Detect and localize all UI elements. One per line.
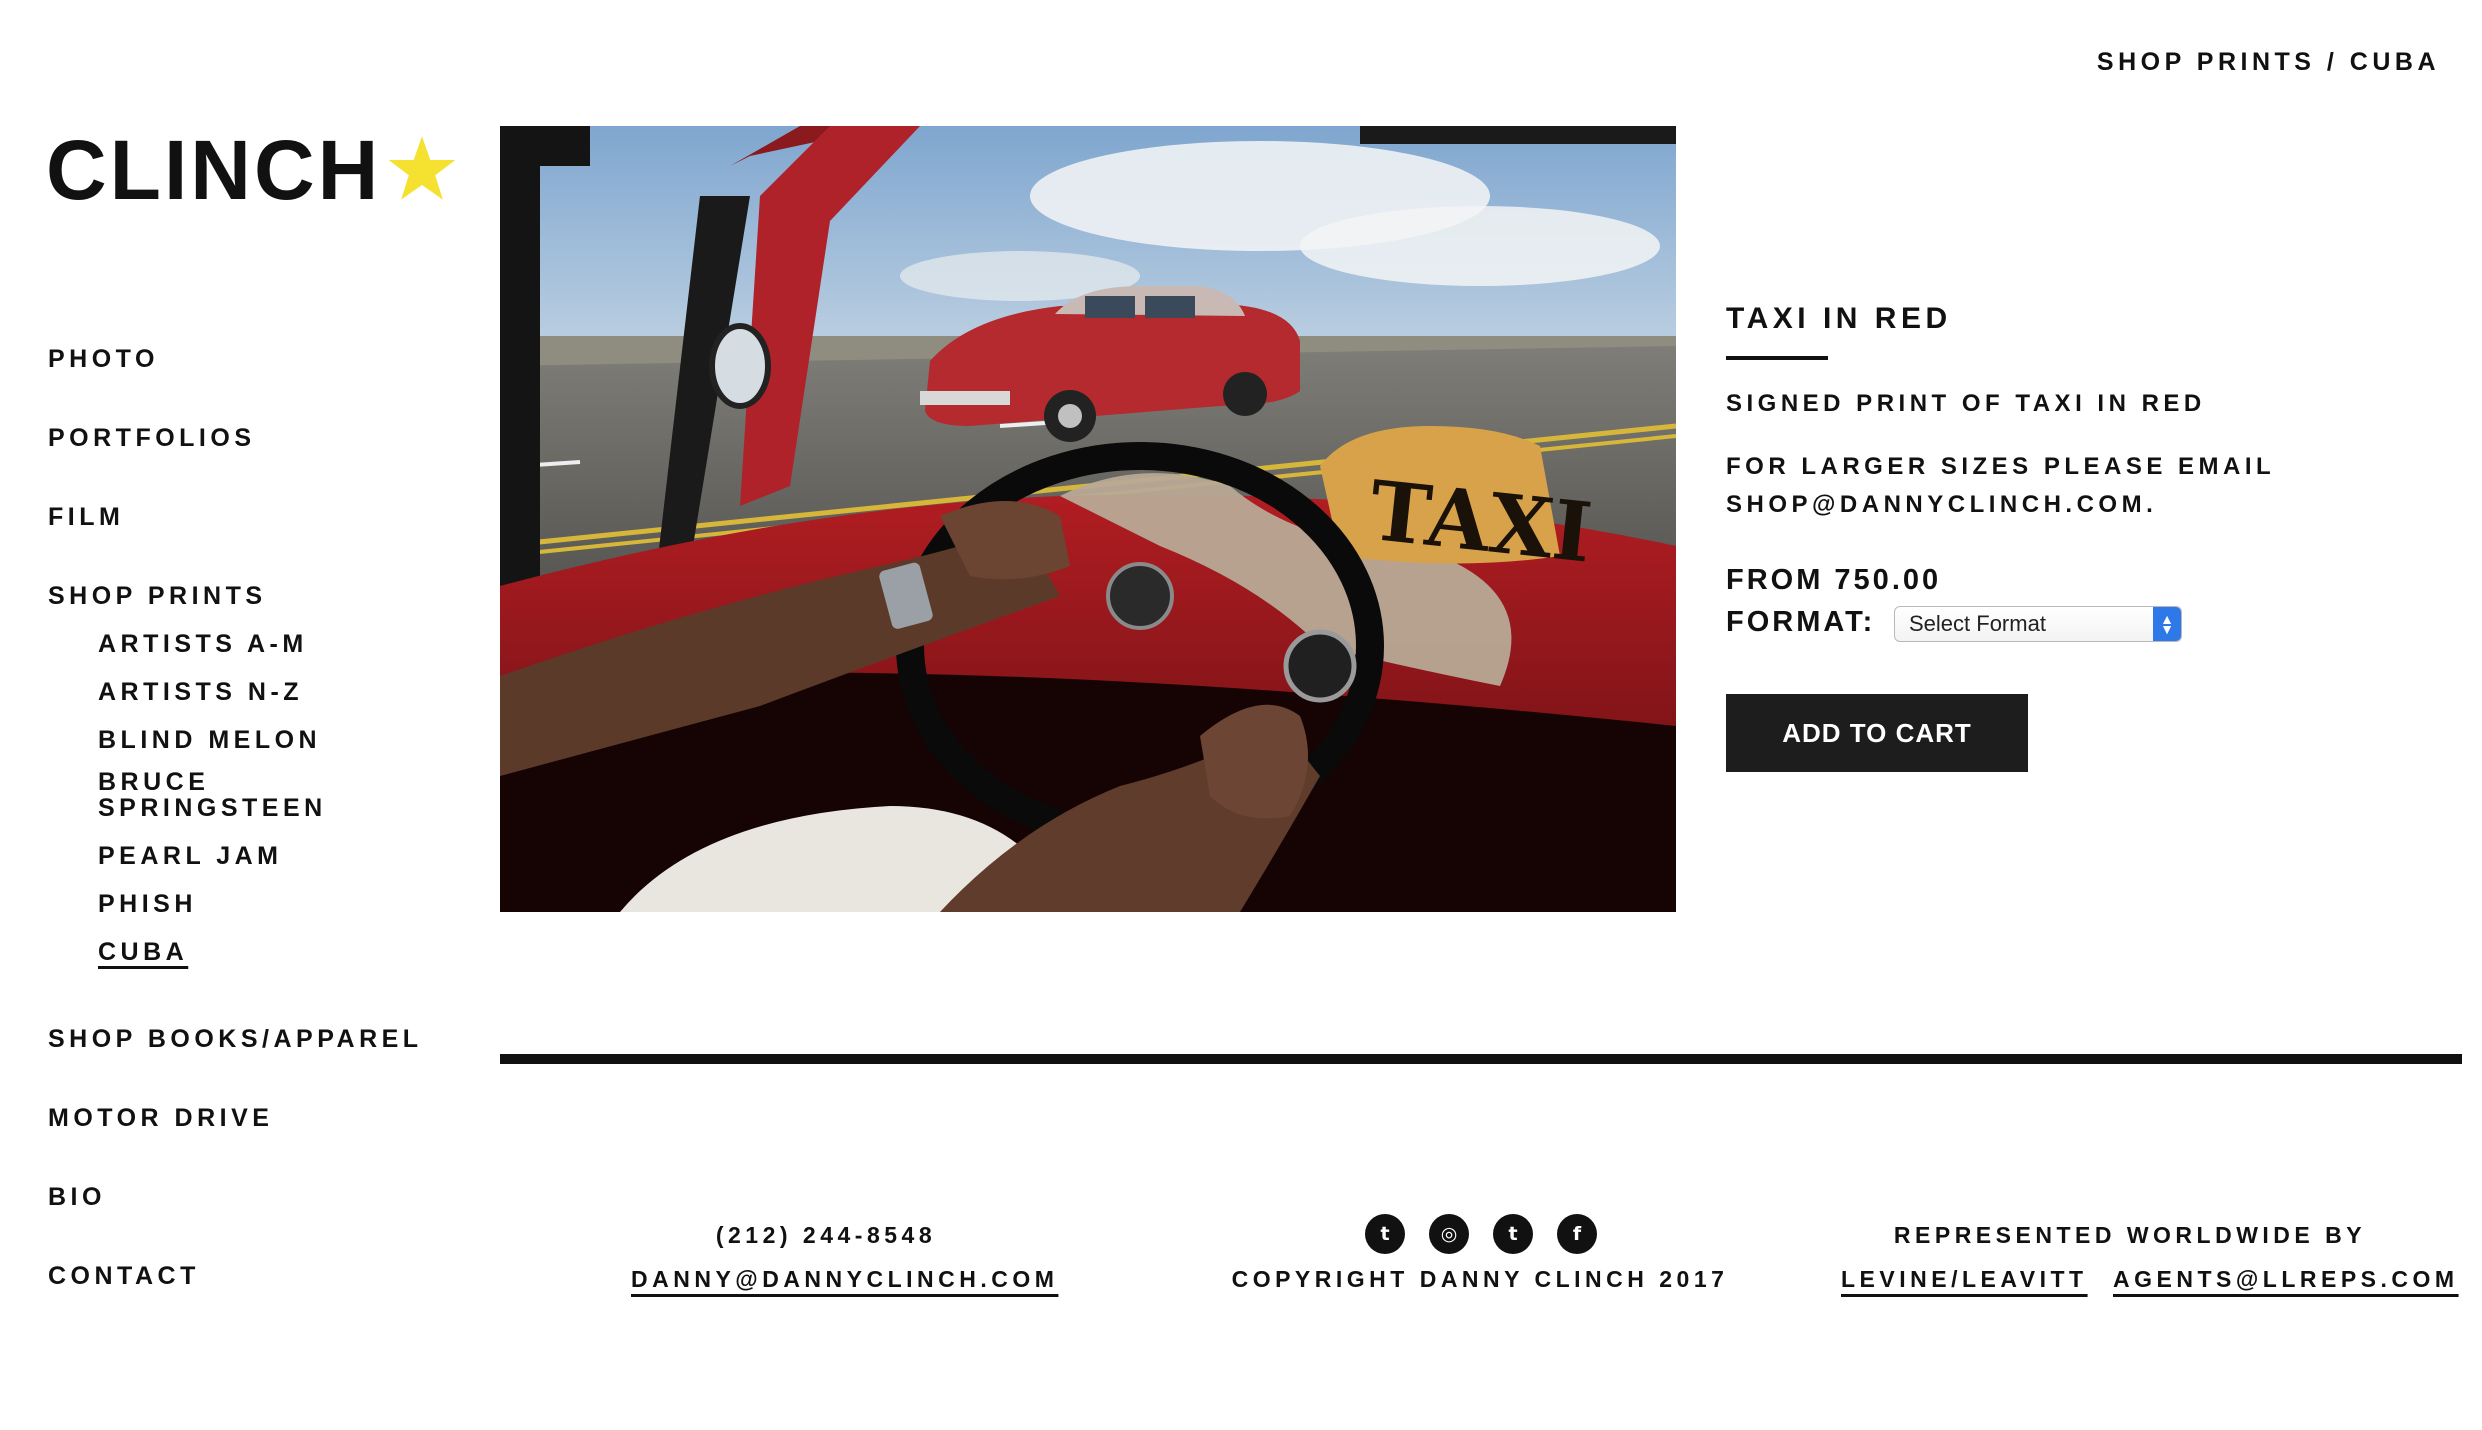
footer-agency-link[interactable]: LEVINE/LEAVITT [1841, 1266, 2088, 1293]
product-note: FOR LARGER SIZES PLEASE EMAIL SHOP@DANNY… [1726, 453, 2275, 518]
nav-subitem-artists-a-m[interactable]: ARTISTS A-M [98, 630, 308, 659]
nav-item-portfolios[interactable]: PORTFOLIOS [48, 424, 256, 453]
star-icon [388, 136, 456, 200]
select-arrows-icon: ▲ ▼ [2153, 607, 2181, 641]
add-to-cart-button[interactable]: ADD TO CART [1726, 694, 2028, 772]
nav-subitem-pearl-jam[interactable]: PEARL JAM [98, 842, 283, 871]
footer-represented: REPRESENTED WORLDWIDE BY [1893, 1222, 2367, 1248]
nav-item-bio[interactable]: BIO [48, 1183, 106, 1212]
nav-item-contact[interactable]: CONTACT [48, 1262, 200, 1291]
facebook-icon[interactable]: f [1557, 1214, 1597, 1254]
product-photo[interactable]: TAXI [500, 126, 1676, 912]
nav-subitem-cuba[interactable]: CUBA [98, 938, 188, 967]
nav-item-film[interactable]: FILM [48, 503, 124, 532]
nav-subitem-blind-melon[interactable]: BLIND MELON [98, 726, 321, 755]
nav-item-shop-books-apparel[interactable]: SHOP BOOKS/APPAREL [48, 1025, 423, 1054]
breadcrumb: SHOP PRINTS / CUBA [2096, 48, 2440, 76]
footer-phone: (212) 244-8548 [715, 1222, 937, 1248]
instagram-icon[interactable]: ◎ [1429, 1214, 1469, 1254]
tumblr-icon[interactable]: t [1493, 1214, 1533, 1254]
footer-copyright: COPYRIGHT DANNY CLINCH 2017 [1231, 1266, 1729, 1292]
nav-item-photo[interactable]: PHOTO [48, 345, 159, 374]
social-links: t ◎ t f [1365, 1214, 1597, 1254]
nav-item-shop-prints[interactable]: SHOP PRINTS [48, 582, 267, 611]
twitter-icon[interactable]: t [1365, 1214, 1405, 1254]
format-select-value: Select Format [1909, 611, 2046, 636]
nav-subitem-bruce-springsteen[interactable]: BRUCE SPRINGSTEEN [98, 769, 328, 821]
format-select[interactable]: Select Format ▲ ▼ [1894, 606, 2182, 642]
format-label: FORMAT: [1726, 606, 1876, 638]
title-underline [1726, 356, 1828, 360]
nav-subitem-artists-n-z[interactable]: ARTISTS N-Z [98, 678, 303, 707]
product-subtitle: SIGNED PRINT OF TAXI IN RED [1726, 390, 2206, 417]
section-divider [500, 1054, 2462, 1064]
taxi-photo-illustration: TAXI [500, 126, 1676, 912]
nav-subitem-phish[interactable]: PHISH [98, 890, 197, 919]
product-price: FROM 750.00 [1726, 564, 1942, 596]
site-logo[interactable]: CLINCH [46, 128, 457, 212]
logo-text: CLINCH [46, 123, 382, 217]
product-title: TAXI IN RED [1726, 302, 1952, 335]
footer-agency-email-link[interactable]: AGENTS@LLREPS.COM [2113, 1266, 2459, 1293]
footer-email-link[interactable]: DANNY@DANNYCLINCH.COM [631, 1266, 1054, 1293]
nav-item-motor-drive[interactable]: MOTOR DRIVE [48, 1104, 273, 1133]
